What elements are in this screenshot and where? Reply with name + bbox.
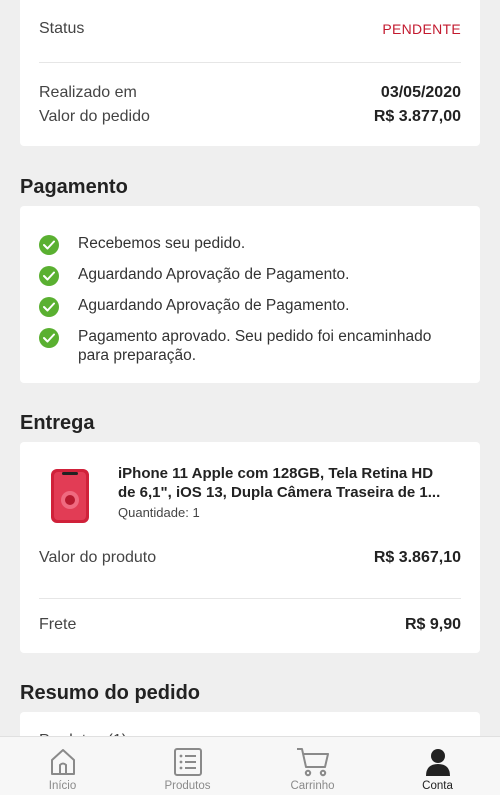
total-value: R$ 3.877,00 xyxy=(373,108,461,125)
shipping-label: Frete xyxy=(39,616,77,633)
nav-item-inicio[interactable]: Início xyxy=(0,737,125,795)
delivery-card: iPhone 11 Apple com 128GB, Tela Retina H… xyxy=(20,442,480,653)
divider xyxy=(39,598,461,599)
nav-label-conta: Conta xyxy=(422,780,453,792)
nav-item-conta[interactable]: Conta xyxy=(375,737,500,795)
payment-step-text: Recebemos seu pedido. xyxy=(78,235,246,252)
payment-step: Pagamento aprovado. Seu pedido foi encam… xyxy=(39,327,461,365)
status-label: Status xyxy=(39,20,85,37)
bottom-nav: Início Produtos Carrinho Conta xyxy=(0,736,500,795)
delivery-section-title: Entrega xyxy=(20,412,95,434)
date-row: Realizado em 03/05/2020 xyxy=(39,84,461,102)
status-row: Status PENDENTE xyxy=(39,20,461,38)
payment-step: Recebemos seu pedido. xyxy=(39,234,461,255)
cart-icon xyxy=(296,748,329,777)
payment-section-title: Pagamento xyxy=(20,176,128,198)
order-info-card: Status PENDENTE Realizado em 03/05/2020 … xyxy=(20,0,480,146)
total-row: Valor do pedido R$ 3.877,00 xyxy=(39,108,461,126)
user-icon xyxy=(425,749,450,776)
check-icon xyxy=(39,266,59,286)
payment-step: Aguardando Aprovação de Pagamento. xyxy=(39,265,461,286)
product-name-line: iPhone 11 Apple com 128GB, Tela Retina H… xyxy=(118,465,434,482)
payment-step-text: Pagamento aprovado. Seu pedido foi encam… xyxy=(78,328,432,364)
payment-step-text: Aguardando Aprovação de Pagamento. xyxy=(78,266,350,283)
total-label: Valor do pedido xyxy=(39,108,150,125)
nav-item-produtos[interactable]: Produtos xyxy=(125,737,250,795)
product-value: R$ 3.867,10 xyxy=(373,549,461,566)
payment-step-text: Aguardando Aprovação de Pagamento. xyxy=(78,297,350,314)
check-icon xyxy=(39,235,59,255)
date-value: 03/05/2020 xyxy=(380,84,461,101)
product-value-row: Valor do produto R$ 3.867,10 xyxy=(39,549,461,567)
product-quantity: Quantidade: 1 xyxy=(118,505,200,520)
shipping-row: Frete R$ 9,90 xyxy=(39,616,461,634)
product-name[interactable]: iPhone 11 Apple com 128GB, Tela Retina H… xyxy=(118,464,450,502)
nav-label-produtos: Produtos xyxy=(164,780,211,792)
status-badge: PENDENTE xyxy=(382,21,461,37)
payment-step: Aguardando Aprovação de Pagamento. xyxy=(39,296,461,317)
nav-label-carrinho: Carrinho xyxy=(290,780,335,792)
check-icon xyxy=(39,328,59,348)
check-icon xyxy=(39,297,59,317)
home-icon xyxy=(50,749,75,775)
summary-section-title: Resumo do pedido xyxy=(20,682,200,704)
iphone-image xyxy=(51,469,89,523)
divider xyxy=(39,62,461,63)
nav-label-inicio: Início xyxy=(48,780,77,792)
shipping-value: R$ 9,90 xyxy=(404,616,461,633)
product-name-line: de 6,1", iOS 13, Dupla Câmera Traseira d… xyxy=(118,484,441,501)
nav-item-carrinho[interactable]: Carrinho xyxy=(250,737,375,795)
date-label: Realizado em xyxy=(39,84,137,101)
payment-card: Recebemos seu pedido. Aguardando Aprovaç… xyxy=(20,206,480,383)
product-value-label: Valor do produto xyxy=(39,549,157,566)
list-icon xyxy=(173,748,202,776)
